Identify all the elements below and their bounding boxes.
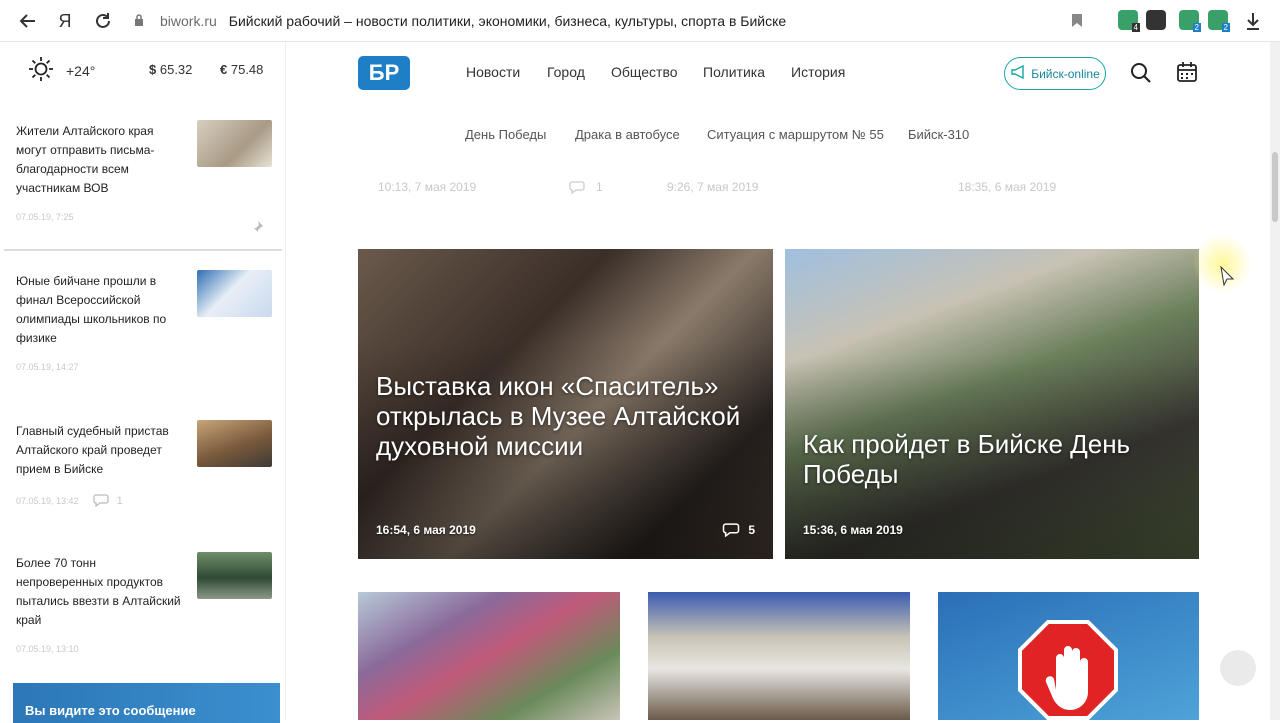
reload-icon[interactable] xyxy=(91,9,115,33)
menu-politics[interactable]: Политика xyxy=(703,64,765,80)
calendar-icon[interactable] xyxy=(1176,61,1198,88)
lock-icon xyxy=(134,13,144,29)
scroll-top-button[interactable] xyxy=(1220,650,1256,686)
temperature: +24° xyxy=(66,62,96,79)
comment-icon xyxy=(723,523,740,537)
pin-icon[interactable] xyxy=(250,220,264,239)
menu-news[interactable]: Новости xyxy=(466,64,520,80)
tag-bus-fight[interactable]: Драка в автобусе xyxy=(575,127,680,142)
list-item[interactable]: Более 70 тонн непроверенных продуктов пы… xyxy=(16,552,282,654)
featured-card[interactable]: Выставка икон «Спаситель» открылась в Му… xyxy=(358,249,773,559)
tag-route-55[interactable]: Ситуация с маршрутом № 55 xyxy=(707,127,884,142)
news-thumbnail[interactable] xyxy=(197,270,272,317)
extension-icon[interactable]: 2 xyxy=(1208,10,1230,32)
news-title[interactable]: Более 70 тонн непроверенных продуктов пы… xyxy=(16,554,186,630)
stop-sign-icon xyxy=(1018,620,1118,720)
page-title: Бийский рабочий – новости политики, экон… xyxy=(228,13,787,29)
featured-title[interactable]: Как пройдет в Бийске День Победы xyxy=(803,429,1173,489)
news-card-image[interactable] xyxy=(938,592,1199,720)
banner-text: Вы видите это сообщение xyxy=(25,703,196,718)
menu-city[interactable]: Город xyxy=(547,64,585,80)
faded-date: 18:35, 6 мая 2019 xyxy=(958,180,1057,194)
news-date: 07.05.19, 7:25 xyxy=(16,212,74,222)
extension-dots-icon[interactable] xyxy=(1146,10,1166,30)
featured-card[interactable]: Как пройдет в Бийске День Победы 15:36, … xyxy=(785,249,1199,559)
faded-date: 10:13, 7 мая 2019 xyxy=(378,180,477,194)
usd-rate: $ 65.32 xyxy=(149,62,193,77)
biysk-online-button[interactable]: Бийск-online xyxy=(1004,57,1106,90)
tag-victory-day[interactable]: День Победы xyxy=(465,127,546,142)
bookmark-icon[interactable] xyxy=(1071,13,1083,33)
yandex-logo-icon[interactable]: Я xyxy=(53,9,77,33)
menu-history[interactable]: История xyxy=(791,64,845,80)
sun-icon xyxy=(28,56,54,85)
download-icon[interactable] xyxy=(1245,11,1261,36)
news-date: 07.05.19, 13:10 xyxy=(16,644,79,654)
back-arrow-icon[interactable] xyxy=(16,9,40,33)
list-item[interactable]: Юные бийчане прошли в финал Всероссийско… xyxy=(16,270,282,372)
comment-icon xyxy=(92,493,109,509)
browser-toolbar: Я biwork.ru Бийский рабочий – новости по… xyxy=(0,0,1280,42)
news-date: 07.05.19, 14:27 xyxy=(16,362,79,372)
tag-biysk-310[interactable]: Бийск-310 xyxy=(908,127,969,142)
news-card-image[interactable] xyxy=(358,592,620,720)
divider xyxy=(4,249,282,251)
scroll-thumb[interactable] xyxy=(1272,152,1278,222)
news-date: 07.05.19, 13:42 1 xyxy=(16,493,123,509)
megaphone-icon xyxy=(1010,64,1028,82)
featured-date: 16:54, 6 мая 2019 xyxy=(376,523,476,537)
menu-society[interactable]: Общество xyxy=(611,64,678,80)
extension-icon[interactable]: 2 xyxy=(1179,10,1201,32)
adblock-banner[interactable]: Вы видите это сообщение xyxy=(13,683,280,723)
news-thumbnail[interactable] xyxy=(197,420,272,467)
faded-date: 9:26, 7 мая 2019 xyxy=(667,180,759,194)
news-card-image[interactable] xyxy=(648,592,910,720)
news-title[interactable]: Юные бийчане прошли в финал Всероссийско… xyxy=(16,272,186,348)
site-logo[interactable]: БР xyxy=(358,56,410,90)
news-thumbnail[interactable] xyxy=(197,120,272,167)
scrollbar[interactable] xyxy=(1270,42,1280,720)
eur-rate: € 75.48 xyxy=(220,62,264,77)
url-domain: biwork.ru xyxy=(160,13,217,29)
featured-date: 15:36, 6 мая 2019 xyxy=(803,523,903,537)
faded-comments: 1 xyxy=(568,180,603,194)
news-title[interactable]: Жители Алтайского края могут отправить п… xyxy=(16,122,186,198)
address-bar[interactable]: biwork.ru Бийский рабочий – новости поли… xyxy=(134,10,786,32)
weather-widget: +24° xyxy=(28,56,95,85)
cursor-icon xyxy=(1220,265,1235,291)
featured-title[interactable]: Выставка икон «Спаситель» открылась в Му… xyxy=(376,371,746,461)
search-icon[interactable] xyxy=(1130,62,1152,89)
online-label: Бийск-online xyxy=(1031,66,1100,81)
featured-comments: 5 xyxy=(722,522,755,537)
extension-icon[interactable]: 4 xyxy=(1118,10,1140,32)
comment-count: 1 xyxy=(116,495,123,507)
news-thumbnail[interactable] xyxy=(197,552,272,599)
list-item[interactable]: Жители Алтайского края могут отправить п… xyxy=(16,120,282,234)
list-item[interactable]: Главный судебный пристав Алтайского край… xyxy=(16,420,282,509)
news-title[interactable]: Главный судебный пристав Алтайского край… xyxy=(16,422,186,479)
